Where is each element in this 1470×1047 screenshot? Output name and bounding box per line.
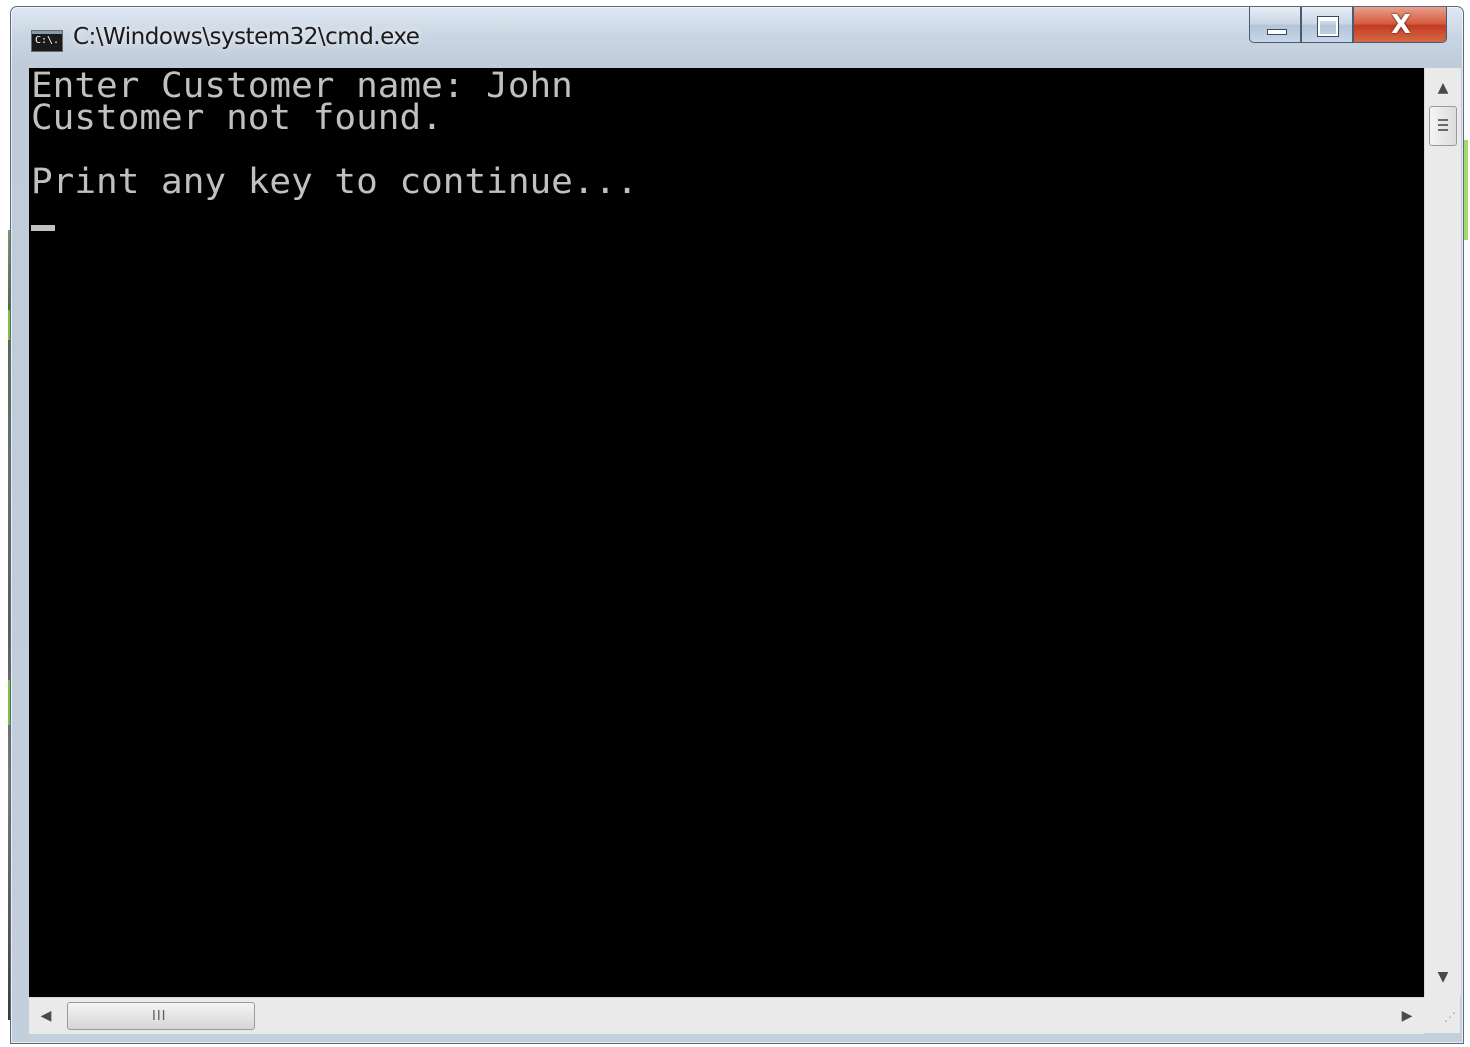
minimize-icon (1267, 29, 1287, 35)
close-icon: X (1390, 10, 1412, 40)
console-window: C:\. C:\Windows\system32\cmd.exe X Enter… (10, 6, 1464, 1044)
grip-icon: III (152, 1009, 167, 1024)
caption-buttons: X (1249, 7, 1459, 45)
scroll-right-arrow-icon[interactable]: ▶ (1390, 998, 1424, 1034)
scroll-down-arrow-icon[interactable]: ▼ (1425, 961, 1461, 997)
scroll-left-arrow-icon[interactable]: ◀ (29, 998, 63, 1034)
maximize-icon (1317, 16, 1339, 37)
vertical-scroll-thumb[interactable] (1429, 106, 1457, 146)
window-title: C:\Windows\system32\cmd.exe (73, 24, 420, 50)
text-cursor (31, 225, 55, 231)
title-bar[interactable]: C:\. C:\Windows\system32\cmd.exe X (11, 7, 1463, 65)
maximize-button[interactable] (1301, 7, 1353, 43)
minimize-button[interactable] (1249, 7, 1301, 43)
console-app-icon[interactable]: C:\. (31, 30, 63, 52)
horizontal-scrollbar[interactable]: ◀ III ▶ (29, 997, 1424, 1034)
console-line: Customer not found. (31, 98, 443, 138)
scroll-up-arrow-icon[interactable]: ▲ (1425, 68, 1461, 104)
close-button[interactable]: X (1353, 7, 1447, 43)
grip-icon (1438, 119, 1448, 131)
resize-grip-icon[interactable]: ⋰ (1424, 997, 1460, 1033)
vertical-scrollbar[interactable]: ▲ ▼ (1424, 68, 1461, 997)
console-output[interactable]: Enter Customer name: John Customer not f… (29, 68, 1424, 997)
horizontal-scroll-thumb[interactable]: III (67, 1002, 255, 1030)
console-line: Print any key to continue... (31, 162, 638, 202)
